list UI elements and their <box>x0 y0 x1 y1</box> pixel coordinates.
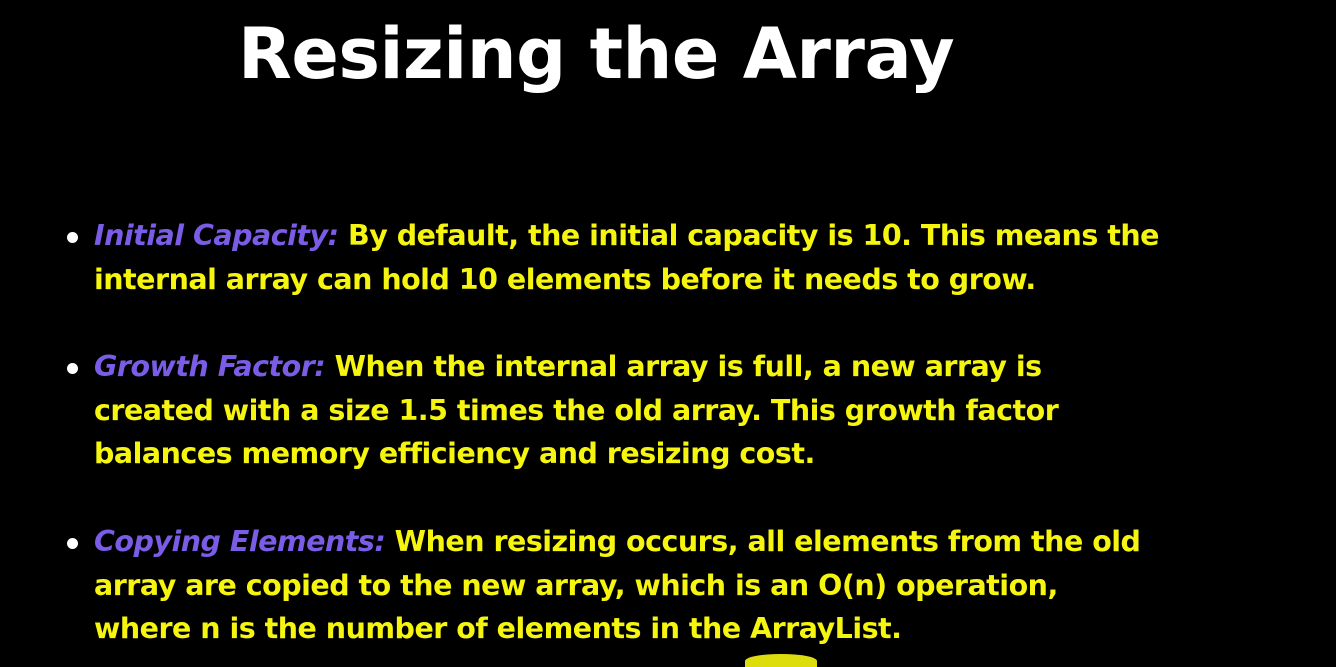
bullet-label: Copying Elements: <box>94 525 386 558</box>
bullet-text: Growth Factor: When the internal array i… <box>94 345 1164 476</box>
bullet-dot-icon <box>67 232 78 243</box>
bullet-label: Initial Capacity: <box>94 219 339 252</box>
bullet-text: Copying Elements: When resizing occurs, … <box>94 520 1164 651</box>
slide: Resizing the Array Initial Capacity: By … <box>0 0 1336 667</box>
bullet-label: Growth Factor: <box>94 350 326 383</box>
bullet-dot-icon <box>67 538 78 549</box>
slide-title: Resizing the Array <box>238 13 955 95</box>
highlight-shape <box>745 654 817 667</box>
bullet-dot-icon <box>67 363 78 374</box>
bullet-text: Initial Capacity: By default, the initia… <box>94 214 1164 301</box>
